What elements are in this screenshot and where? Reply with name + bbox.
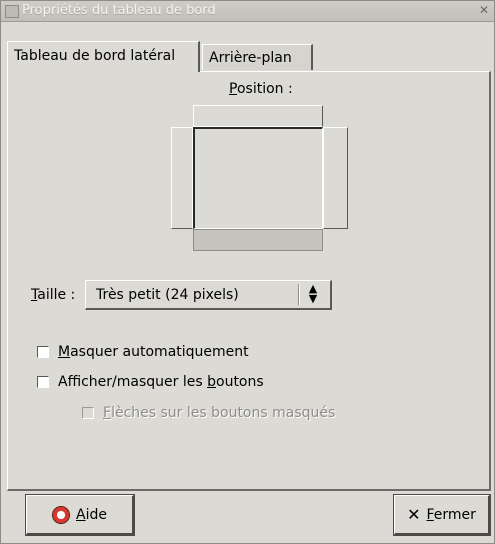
- size-combo[interactable]: Très petit (24 pixels) ▲ ▼: [85, 280, 332, 310]
- arrows-checkbox: [82, 407, 94, 419]
- position-selector: [171, 105, 348, 251]
- lifebuoy-icon: [52, 505, 71, 524]
- position-bottom-button[interactable]: [193, 229, 323, 251]
- tab-background[interactable]: Arrière-plan: [202, 44, 313, 70]
- hide-buttons-label: Afficher/masquer les boutons: [58, 374, 264, 390]
- close-button[interactable]: ✕ Fermer: [393, 494, 491, 536]
- help-button-label: Aide: [76, 506, 107, 523]
- autohide-label: Masquer automatiquement: [58, 344, 249, 360]
- hide-buttons-row[interactable]: Afficher/masquer les boutons: [37, 374, 264, 390]
- window-menu-icon[interactable]: [5, 5, 19, 18]
- tab-side-panel[interactable]: Tableau de bord latéral: [7, 41, 200, 72]
- close-button-label: Fermer: [426, 506, 476, 523]
- size-label: Taille :: [31, 287, 76, 303]
- position-top-button[interactable]: [193, 105, 323, 127]
- autohide-row[interactable]: Masquer automatiquement: [37, 344, 249, 360]
- screen-preview: [193, 127, 323, 229]
- panel-properties-window: Propriétés du tableau de bord ✕ Tableau …: [0, 0, 495, 544]
- arrows-row: Flèches sur les boutons masqués: [82, 405, 335, 421]
- window-close-icon[interactable]: ✕: [478, 4, 490, 16]
- autohide-checkbox[interactable]: [37, 346, 49, 358]
- combo-separator: [298, 284, 300, 305]
- help-button[interactable]: Aide: [25, 494, 135, 536]
- arrows-label: Flèches sur les boutons masqués: [103, 405, 336, 421]
- position-left-button[interactable]: [171, 127, 193, 229]
- hide-buttons-checkbox[interactable]: [37, 376, 49, 388]
- size-combo-value: Très petit (24 pixels): [96, 287, 239, 303]
- up-down-arrows-icon: ▲ ▼: [308, 282, 318, 305]
- window-title: Propriétés du tableau de bord: [22, 3, 216, 18]
- position-label: Position :: [229, 81, 293, 97]
- position-right-button[interactable]: [323, 127, 348, 229]
- close-icon: ✕: [407, 505, 421, 524]
- title-bar[interactable]: Propriétés du tableau de bord ✕: [1, 1, 494, 22]
